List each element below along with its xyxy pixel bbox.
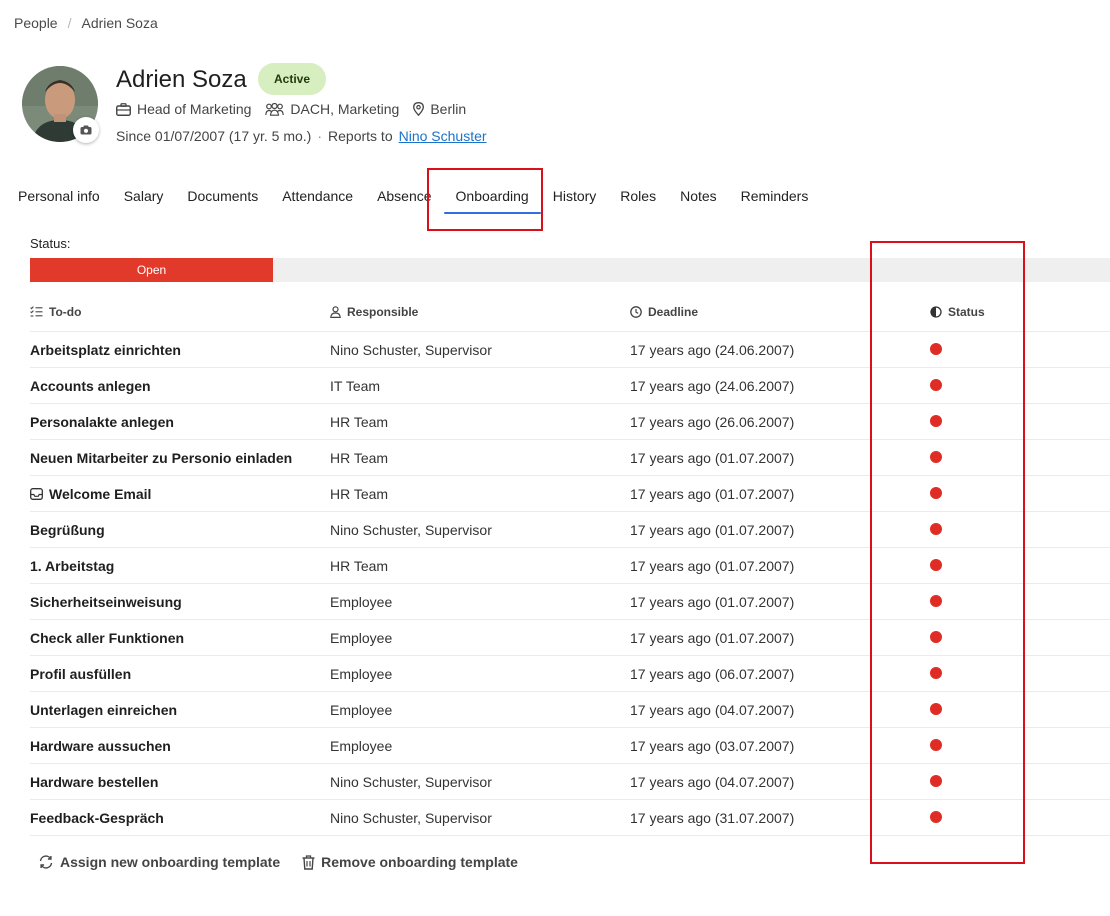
- camera-icon: [80, 125, 92, 135]
- remove-template-button[interactable]: Remove onboarding template: [302, 854, 518, 870]
- employee-meta: Head of Marketing DACH, Marketing Berlin: [116, 101, 480, 117]
- highlight-box-status-column: [870, 241, 1025, 864]
- tab-attendance[interactable]: Attendance: [282, 186, 353, 214]
- employment-info: Since 01/07/2007 (17 yr. 5 mo.) · Report…: [116, 128, 487, 144]
- todo-label: Profil ausfüllen: [30, 665, 132, 682]
- todo-label: Feedback-Gespräch: [30, 809, 164, 826]
- responsible-cell: Nino Schuster, Supervisor: [330, 341, 492, 358]
- avatar-edit-button[interactable]: [73, 117, 99, 143]
- position-info: Head of Marketing: [116, 101, 251, 117]
- responsible-cell: HR Team: [330, 413, 389, 430]
- responsible-cell: Nino Schuster, Supervisor: [330, 521, 492, 538]
- todo-label: Hardware bestellen: [30, 773, 159, 790]
- since-label: Since 01/07/2007 (17 yr. 5 mo.): [116, 128, 312, 144]
- deadline-header-label: Deadline: [648, 304, 699, 319]
- location-pin-icon: [413, 102, 425, 116]
- responsible-cell: Nino Schuster, Supervisor: [330, 773, 492, 790]
- todo-cell[interactable]: Unterlagen einreichen: [30, 702, 330, 718]
- todo-cell[interactable]: Profil ausfüllen: [30, 666, 330, 682]
- todo-label: Unterlagen einreichen: [30, 701, 178, 718]
- tab-reminders[interactable]: Reminders: [741, 186, 809, 214]
- todo-label: Neuen Mitarbeiter zu Personio einladen: [30, 449, 293, 466]
- profile-tabs: Personal info Salary Documents Attendanc…: [18, 186, 832, 214]
- responsible-header-label: Responsible: [347, 304, 419, 319]
- responsible-cell: HR Team: [330, 557, 389, 574]
- reports-to-label: Reports to: [328, 128, 393, 144]
- todo-cell[interactable]: Check aller Funktionen: [30, 630, 330, 646]
- todo-label: Welcome Email: [49, 485, 152, 502]
- responsible-cell: Employee: [330, 593, 393, 610]
- responsible-cell: HR Team: [330, 449, 389, 466]
- office-label: Berlin: [430, 101, 467, 117]
- breadcrumb-separator: /: [67, 15, 72, 31]
- tab-documents[interactable]: Documents: [187, 186, 258, 214]
- office-info: Berlin: [413, 101, 466, 117]
- todo-cell[interactable]: Begrüßung: [30, 522, 330, 538]
- todo-cell[interactable]: Accounts anlegen: [30, 378, 330, 394]
- department-label: DACH, Marketing: [290, 101, 400, 117]
- todo-cell[interactable]: Feedback-Gespräch: [30, 810, 330, 826]
- reports-to-link[interactable]: Nino Schuster: [399, 128, 487, 144]
- todo-cell[interactable]: Neuen Mitarbeiter zu Personio einladen: [30, 450, 330, 466]
- responsible-cell: Employee: [330, 629, 393, 646]
- briefcase-icon: [116, 102, 131, 116]
- todo-header-label: To-do: [49, 304, 82, 319]
- todo-label: Sicherheitseinweisung: [30, 593, 182, 610]
- status-label: Status:: [30, 236, 71, 251]
- separator-dot: ·: [317, 128, 323, 144]
- employee-name: Adrien Soza: [116, 66, 247, 93]
- todo-label: Arbeitsplatz einrichten: [30, 341, 181, 358]
- todo-label: Check aller Funktionen: [30, 629, 185, 646]
- tab-roles[interactable]: Roles: [620, 186, 656, 214]
- responsible-cell: HR Team: [330, 485, 389, 502]
- responsible-cell: Nino Schuster, Supervisor: [330, 809, 492, 826]
- team-icon: [265, 102, 285, 116]
- refresh-icon: [39, 855, 53, 869]
- todo-cell[interactable]: Welcome Email: [30, 486, 330, 502]
- status-progress-fill: Open: [30, 258, 273, 282]
- tab-notes[interactable]: Notes: [680, 186, 717, 214]
- responsible-cell: IT Team: [330, 377, 381, 394]
- position-label: Head of Marketing: [137, 101, 252, 117]
- tab-history[interactable]: History: [553, 186, 597, 214]
- todo-label: Begrüßung: [30, 521, 105, 538]
- tab-salary[interactable]: Salary: [124, 186, 164, 214]
- todo-label: Accounts anlegen: [30, 377, 151, 394]
- trash-icon: [302, 854, 315, 870]
- responsible-cell: Employee: [330, 665, 393, 682]
- todo-cell[interactable]: Hardware bestellen: [30, 774, 330, 790]
- person-icon: [330, 305, 341, 318]
- department-info: DACH, Marketing: [265, 101, 399, 117]
- tab-personal-info[interactable]: Personal info: [18, 186, 100, 214]
- todo-label: 1. Arbeitstag: [30, 557, 115, 574]
- todo-cell[interactable]: Arbeitsplatz einrichten: [30, 342, 330, 358]
- todo-cell[interactable]: Hardware aussuchen: [30, 738, 330, 754]
- onboarding-actions: Assign new onboarding template Remove on…: [38, 854, 518, 870]
- breadcrumb-people-link[interactable]: People: [14, 15, 58, 31]
- status-badge: Active: [258, 63, 327, 95]
- clock-icon: [630, 305, 642, 318]
- checklist-icon: [30, 306, 43, 317]
- breadcrumb-current: Adrien Soza: [81, 15, 158, 31]
- breadcrumb: People / Adrien Soza: [14, 15, 158, 31]
- tab-absence[interactable]: Absence: [377, 186, 431, 214]
- column-header-todo[interactable]: To-do: [30, 305, 330, 319]
- assign-template-button[interactable]: Assign new onboarding template: [38, 854, 280, 870]
- highlight-box-onboarding-tab: [427, 168, 543, 231]
- todo-cell[interactable]: Personalakte anlegen: [30, 414, 330, 430]
- responsible-cell: Employee: [330, 701, 393, 718]
- column-header-responsible[interactable]: Responsible: [330, 305, 630, 319]
- todo-cell[interactable]: 1. Arbeitstag: [30, 558, 330, 574]
- inbox-icon: [30, 487, 43, 500]
- todo-label: Personalakte anlegen: [30, 413, 174, 430]
- todo-cell[interactable]: Sicherheitseinweisung: [30, 594, 330, 610]
- assign-template-label: Assign new onboarding template: [60, 854, 281, 870]
- todo-label: Hardware aussuchen: [30, 737, 171, 754]
- remove-template-label: Remove onboarding template: [321, 854, 518, 870]
- responsible-cell: Employee: [330, 737, 393, 754]
